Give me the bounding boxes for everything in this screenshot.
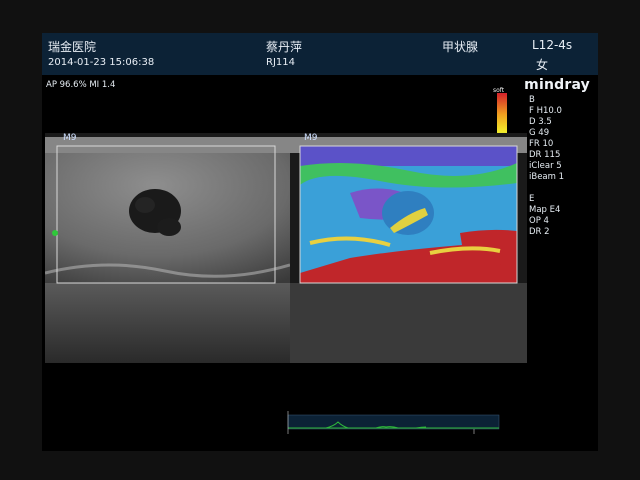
acoustic-output-readout: AP 96.6% MI 1.4 <box>46 80 116 90</box>
probe-name: L12-4s <box>532 38 573 52</box>
param-dynamic-range: DR 115 <box>529 150 561 160</box>
param-depth: D 3.5 <box>529 117 552 127</box>
bmode-image-panel: M9 <box>45 133 290 363</box>
bmode-param-marker: B <box>529 95 535 105</box>
brand-logo: mindray <box>524 77 590 93</box>
exam-type: 甲状腺 <box>442 40 479 54</box>
param-frame-rate: FR 10 <box>529 139 554 149</box>
param-gain: G 49 <box>529 128 550 138</box>
patient-id: RJ114 <box>266 57 295 68</box>
hospital-name: 瑞金医院 <box>48 40 97 54</box>
bmode-image <box>45 133 290 363</box>
param-op: OP 4 <box>529 216 549 226</box>
param-frequency: F H10.0 <box>529 106 562 116</box>
patient-header: 瑞金医院 2014-01-23 15:06:38 蔡丹萍 RJ114 甲状腺 L… <box>42 33 598 75</box>
elastography-panel-label: M9 <box>304 133 318 143</box>
param-elasto-dr: DR 2 <box>529 227 550 237</box>
elasto-param-marker: E <box>529 194 535 204</box>
param-iclear: iClear 5 <box>529 161 562 171</box>
colorbar-label: soft <box>493 87 505 94</box>
imaging-parameters: B F H10.0 D 3.5 G 49 FR 10 DR 115 iClear… <box>529 95 564 238</box>
elastography-image-panel: M9 <box>290 133 527 363</box>
elastography-image <box>290 133 527 363</box>
ultrasound-screen: 瑞金医院 2014-01-23 15:06:38 蔡丹萍 RJ114 甲状腺 L… <box>42 33 598 451</box>
bmode-panel-label: M9 <box>63 133 77 143</box>
param-ibeam: iBeam 1 <box>529 172 565 182</box>
exam-datetime: 2014-01-23 15:06:38 <box>48 57 155 68</box>
pressure-waveform-strip <box>287 411 500 434</box>
patient-name: 蔡丹萍 <box>266 40 303 54</box>
param-map: Map E4 <box>529 205 561 215</box>
patient-gender: 女 <box>536 58 549 72</box>
focus-marker <box>52 230 58 236</box>
